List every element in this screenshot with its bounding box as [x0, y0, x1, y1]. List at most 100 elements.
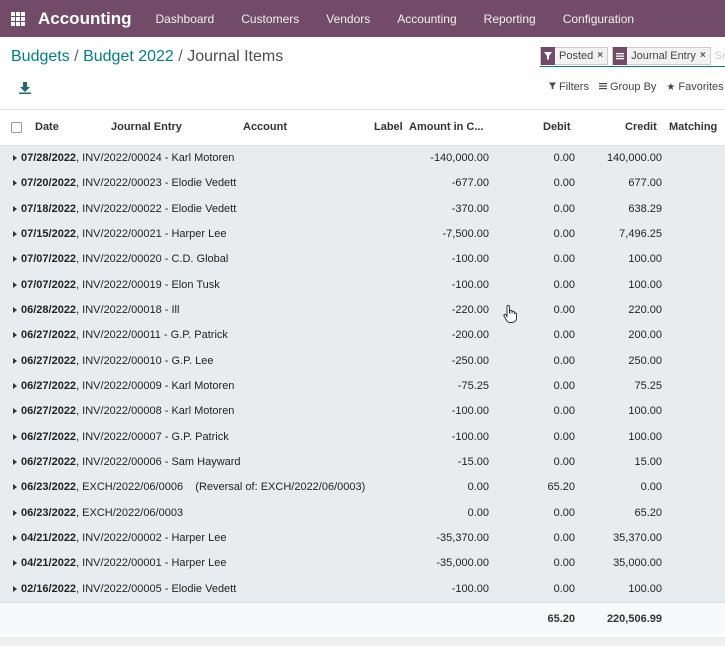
- group-row[interactable]: 06/27/2022, INV/2022/00007 - G.P. Patric…: [0, 424, 725, 450]
- amount-cell: -250.00: [451, 354, 489, 367]
- facet-remove-icon[interactable]: ×: [700, 50, 710, 61]
- breadcrumb: Budgets / Budget 2022 / Journal Items: [11, 48, 283, 66]
- group-by-button[interactable]: Group By: [598, 81, 657, 93]
- amount-cell: -75.25: [457, 379, 489, 392]
- group-row[interactable]: 07/07/2022, INV/2022/00019 - Elon Tusk -1…: [0, 272, 725, 298]
- debit-cell: 0.00: [553, 227, 575, 240]
- group-row[interactable]: 06/28/2022, INV/2022/00018 - Ill -220.00 0…: [0, 297, 725, 324]
- credit-cell: 250.00: [628, 354, 662, 367]
- caret-right-icon: [13, 408, 17, 415]
- amount-cell: -35,370.00: [436, 531, 489, 544]
- menu-reporting[interactable]: Reporting: [484, 12, 536, 26]
- credit-cell: 7,496.25: [619, 227, 662, 240]
- group-label: 07/15/2022, INV/2022/00021 - Harper Lee: [21, 227, 227, 240]
- filters-button[interactable]: Filters: [549, 81, 589, 93]
- credit-cell: 75.25: [634, 379, 662, 392]
- facet-label: Posted: [559, 49, 594, 62]
- group-row[interactable]: 06/23/2022, EXCH/2022/06/0006 (Reversal …: [0, 475, 725, 501]
- column-debit[interactable]: Debit: [543, 121, 571, 133]
- credit-cell: 100.00: [628, 582, 662, 595]
- debit-cell: 0.00: [553, 202, 575, 215]
- search-input[interactable]: Se: [715, 50, 725, 62]
- amount-cell: -100.00: [451, 405, 489, 418]
- breadcrumb-separator: /: [74, 48, 79, 65]
- app-title[interactable]: Accounting: [38, 9, 132, 29]
- column-label[interactable]: Label: [374, 121, 403, 133]
- amount-cell: -200.00: [451, 329, 489, 342]
- group-row[interactable]: 06/27/2022, INV/2022/00006 - Sam Hayward…: [0, 449, 725, 476]
- group-label: 02/16/2022, INV/2022/00005 - Elodie Vede…: [21, 582, 237, 595]
- group-by-label: Group By: [609, 81, 657, 93]
- group-label: 06/27/2022, INV/2022/00011 - G.P. Patric…: [21, 329, 228, 342]
- menu-vendors[interactable]: Vendors: [326, 12, 370, 26]
- column-amount-currency[interactable]: Amount in C...: [409, 121, 484, 133]
- apps-menu-icon[interactable]: [11, 11, 25, 26]
- group-row[interactable]: 07/28/2022, INV/2022/00024 - Karl Motore…: [0, 146, 725, 172]
- column-journal-entry[interactable]: Journal Entry: [111, 121, 182, 133]
- breadcrumb-budget-2022[interactable]: Budget 2022: [83, 48, 174, 65]
- top-navbar: Accounting Dashboard Customers Vendors A…: [0, 0, 725, 37]
- debit-cell: 65.20: [547, 481, 575, 494]
- group-row[interactable]: 04/21/2022, INV/2022/00002 - Harper Lee -…: [0, 525, 725, 552]
- group-row[interactable]: 07/07/2022, INV/2022/00020 - C.D. Global…: [0, 247, 725, 273]
- hand-cursor-icon: [503, 304, 517, 323]
- breadcrumb-current: Journal Items: [187, 48, 284, 65]
- menu-customers[interactable]: Customers: [241, 12, 299, 26]
- group-row[interactable]: 06/23/2022, EXCH/2022/06/0003 0.00 0.00 65.…: [0, 500, 725, 526]
- group-label: 06/27/2022, INV/2022/00007 - G.P. Patric…: [21, 430, 229, 443]
- download-icon[interactable]: [19, 81, 31, 95]
- caret-right-icon: [13, 534, 17, 541]
- search-facet-posted: Posted ×: [540, 46, 609, 65]
- star-icon: ★: [666, 81, 676, 93]
- group-row[interactable]: 06/27/2022, INV/2022/00008 - Karl Motore…: [0, 399, 725, 425]
- table-header: Date Journal Entry Account Label Amount …: [0, 110, 725, 146]
- facet-remove-icon[interactable]: ×: [597, 50, 607, 61]
- total-credit: 220,506.99: [606, 612, 662, 625]
- credit-cell: 638.29: [628, 202, 662, 215]
- column-date[interactable]: Date: [35, 121, 59, 133]
- group-row[interactable]: 04/21/2022, INV/2022/00001 - Harper Lee -…: [0, 551, 725, 577]
- favorites-button[interactable]: ★ Favorites: [666, 81, 723, 93]
- menu-dashboard[interactable]: Dashboard: [156, 12, 215, 26]
- caret-right-icon: [13, 560, 17, 567]
- search-facet-journal-entry: Journal Entry ×: [612, 46, 711, 65]
- group-row[interactable]: 06/27/2022, INV/2022/00010 - G.P. Lee -25…: [0, 348, 725, 374]
- group-label: 07/07/2022, INV/2022/00020 - C.D. Global: [21, 253, 229, 266]
- column-matching[interactable]: Matching: [669, 121, 717, 133]
- group-row[interactable]: 07/15/2022, INV/2022/00021 - Harper Lee -…: [0, 221, 725, 248]
- caret-right-icon: [13, 281, 17, 288]
- debit-cell: 0.00: [553, 278, 575, 291]
- group-label: 04/21/2022, INV/2022/00002 - Harper Lee: [21, 531, 227, 544]
- debit-cell: 0.00: [553, 354, 575, 367]
- caret-right-icon: [13, 357, 17, 364]
- group-label: 06/23/2022, EXCH/2022/06/0003: [21, 506, 184, 519]
- menu-configuration[interactable]: Configuration: [563, 12, 634, 26]
- group-label: 06/27/2022, INV/2022/00009 - Karl Motore…: [21, 379, 235, 392]
- column-credit[interactable]: Credit: [625, 121, 657, 133]
- filter-icon: [549, 82, 556, 93]
- group-by-icon: [598, 82, 607, 93]
- breadcrumb-budgets[interactable]: Budgets: [11, 48, 70, 65]
- select-all-checkbox[interactable]: [11, 122, 22, 133]
- caret-right-icon: [13, 382, 17, 389]
- group-label: 06/27/2022, INV/2022/00006 - Sam Hayward: [21, 455, 241, 468]
- debit-cell: 0.00: [553, 531, 575, 544]
- group-row[interactable]: 07/18/2022, INV/2022/00022 - Elodie Vede…: [0, 196, 725, 222]
- group-row[interactable]: 02/16/2022, INV/2022/00005 - Elodie Vede…: [0, 576, 725, 602]
- facet-label: Journal Entry: [631, 49, 696, 62]
- control-panel: Budgets / Budget 2022 / Journal Items Po…: [0, 37, 725, 110]
- group-row[interactable]: 06/27/2022, INV/2022/00011 - G.P. Patric…: [0, 323, 725, 349]
- amount-cell: -100.00: [451, 278, 489, 291]
- group-row[interactable]: 07/20/2022, INV/2022/00023 - Elodie Vede…: [0, 171, 725, 197]
- group-row[interactable]: 06/27/2022, INV/2022/00009 - Karl Motore…: [0, 373, 725, 400]
- group-label: 06/23/2022, EXCH/2022/06/0006 (Reversal …: [21, 481, 366, 494]
- amount-cell: -140,000.00: [430, 152, 489, 164]
- debit-cell: 0.00: [553, 329, 575, 342]
- menu-accounting[interactable]: Accounting: [397, 12, 456, 26]
- table-footer-totals: 65.20 220,506.99: [0, 601, 725, 633]
- credit-cell: 100.00: [628, 430, 662, 443]
- caret-right-icon: [13, 155, 17, 161]
- group-label: 06/27/2022, INV/2022/00010 - G.P. Lee: [21, 354, 214, 367]
- column-account[interactable]: Account: [243, 121, 287, 133]
- group-label: 04/21/2022, INV/2022/00001 - Harper Lee: [21, 557, 227, 570]
